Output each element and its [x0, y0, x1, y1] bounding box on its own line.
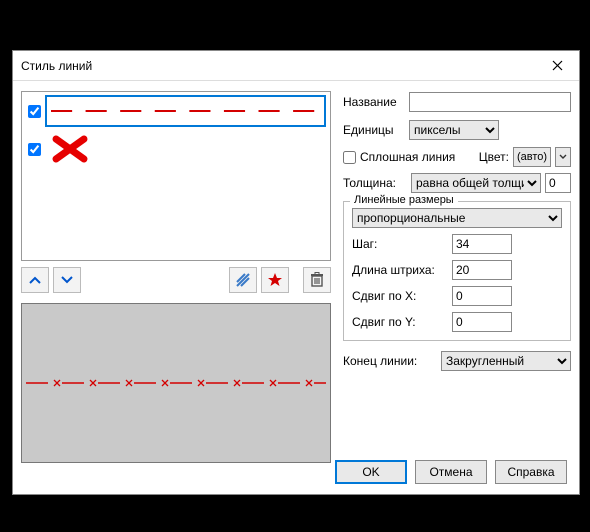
endline-select[interactable]: Закругленный	[441, 351, 571, 371]
delete-button[interactable]	[303, 267, 331, 293]
step-input[interactable]	[452, 234, 512, 254]
thickness-value-input[interactable]	[545, 173, 571, 193]
move-down-button[interactable]	[53, 267, 81, 293]
cancel-button[interactable]: Отмена	[415, 460, 487, 484]
window-title: Стиль линий	[21, 59, 92, 73]
hatch-icon	[235, 272, 251, 288]
style-toolbar	[21, 267, 331, 293]
solid-line-checkbox[interactable]	[343, 151, 356, 164]
star-button[interactable]	[261, 267, 289, 293]
endline-label: Конец линии:	[343, 354, 433, 368]
proportions-select[interactable]: пропорциональные	[352, 208, 562, 228]
shift-y-label: Сдвиг по Y:	[352, 315, 452, 329]
color-label: Цвет:	[479, 150, 509, 164]
style-preview-cross[interactable]	[45, 133, 326, 165]
trash-icon	[310, 272, 324, 288]
name-input[interactable]	[409, 92, 571, 112]
thickness-mode-select[interactable]: равна общей толщине плюс	[411, 173, 541, 193]
dash-length-label: Длина штриха:	[352, 263, 452, 277]
dash-length-input[interactable]	[452, 260, 512, 280]
hatch-button[interactable]	[229, 267, 257, 293]
help-button[interactable]: Справка	[495, 460, 567, 484]
step-label: Шаг:	[352, 237, 452, 251]
shift-y-input[interactable]	[452, 312, 512, 332]
close-icon	[552, 60, 563, 71]
ok-button[interactable]: OK	[335, 460, 407, 484]
star-icon	[267, 272, 283, 288]
name-label: Название	[343, 95, 409, 109]
color-value: (авто)	[513, 147, 551, 167]
units-select[interactable]: пикселы	[409, 120, 499, 140]
style-list[interactable]	[21, 91, 331, 261]
shift-x-input[interactable]	[452, 286, 512, 306]
chevron-down-icon	[60, 275, 74, 285]
chevron-up-icon	[28, 275, 42, 285]
style-list-item[interactable]	[22, 130, 330, 168]
thickness-label: Толщина:	[343, 176, 407, 190]
chevron-down-icon	[559, 154, 567, 160]
linear-dimensions-group: Линейные размеры пропорциональные Шаг: Д…	[343, 201, 571, 341]
callout-line	[160, 0, 161, 52]
solid-line-label: Сплошная линия	[360, 150, 455, 164]
units-label: Единицы	[343, 123, 409, 137]
dialog-footer: OK Отмена Справка	[335, 460, 567, 484]
shift-x-label: Сдвиг по X:	[352, 289, 452, 303]
callout-line	[397, 0, 398, 52]
titlebar: Стиль линий	[13, 51, 579, 81]
style-list-item[interactable]	[22, 92, 330, 130]
close-button[interactable]	[535, 51, 579, 81]
line-preview-canvas	[21, 303, 331, 463]
move-up-button[interactable]	[21, 267, 49, 293]
color-dropdown-button[interactable]	[555, 147, 571, 167]
style-enable-checkbox[interactable]	[28, 143, 41, 156]
style-preview-dashes[interactable]	[45, 95, 326, 127]
line-style-dialog: Стиль линий	[12, 50, 580, 495]
style-enable-checkbox[interactable]	[28, 105, 41, 118]
linear-dimensions-legend: Линейные размеры	[350, 194, 458, 206]
